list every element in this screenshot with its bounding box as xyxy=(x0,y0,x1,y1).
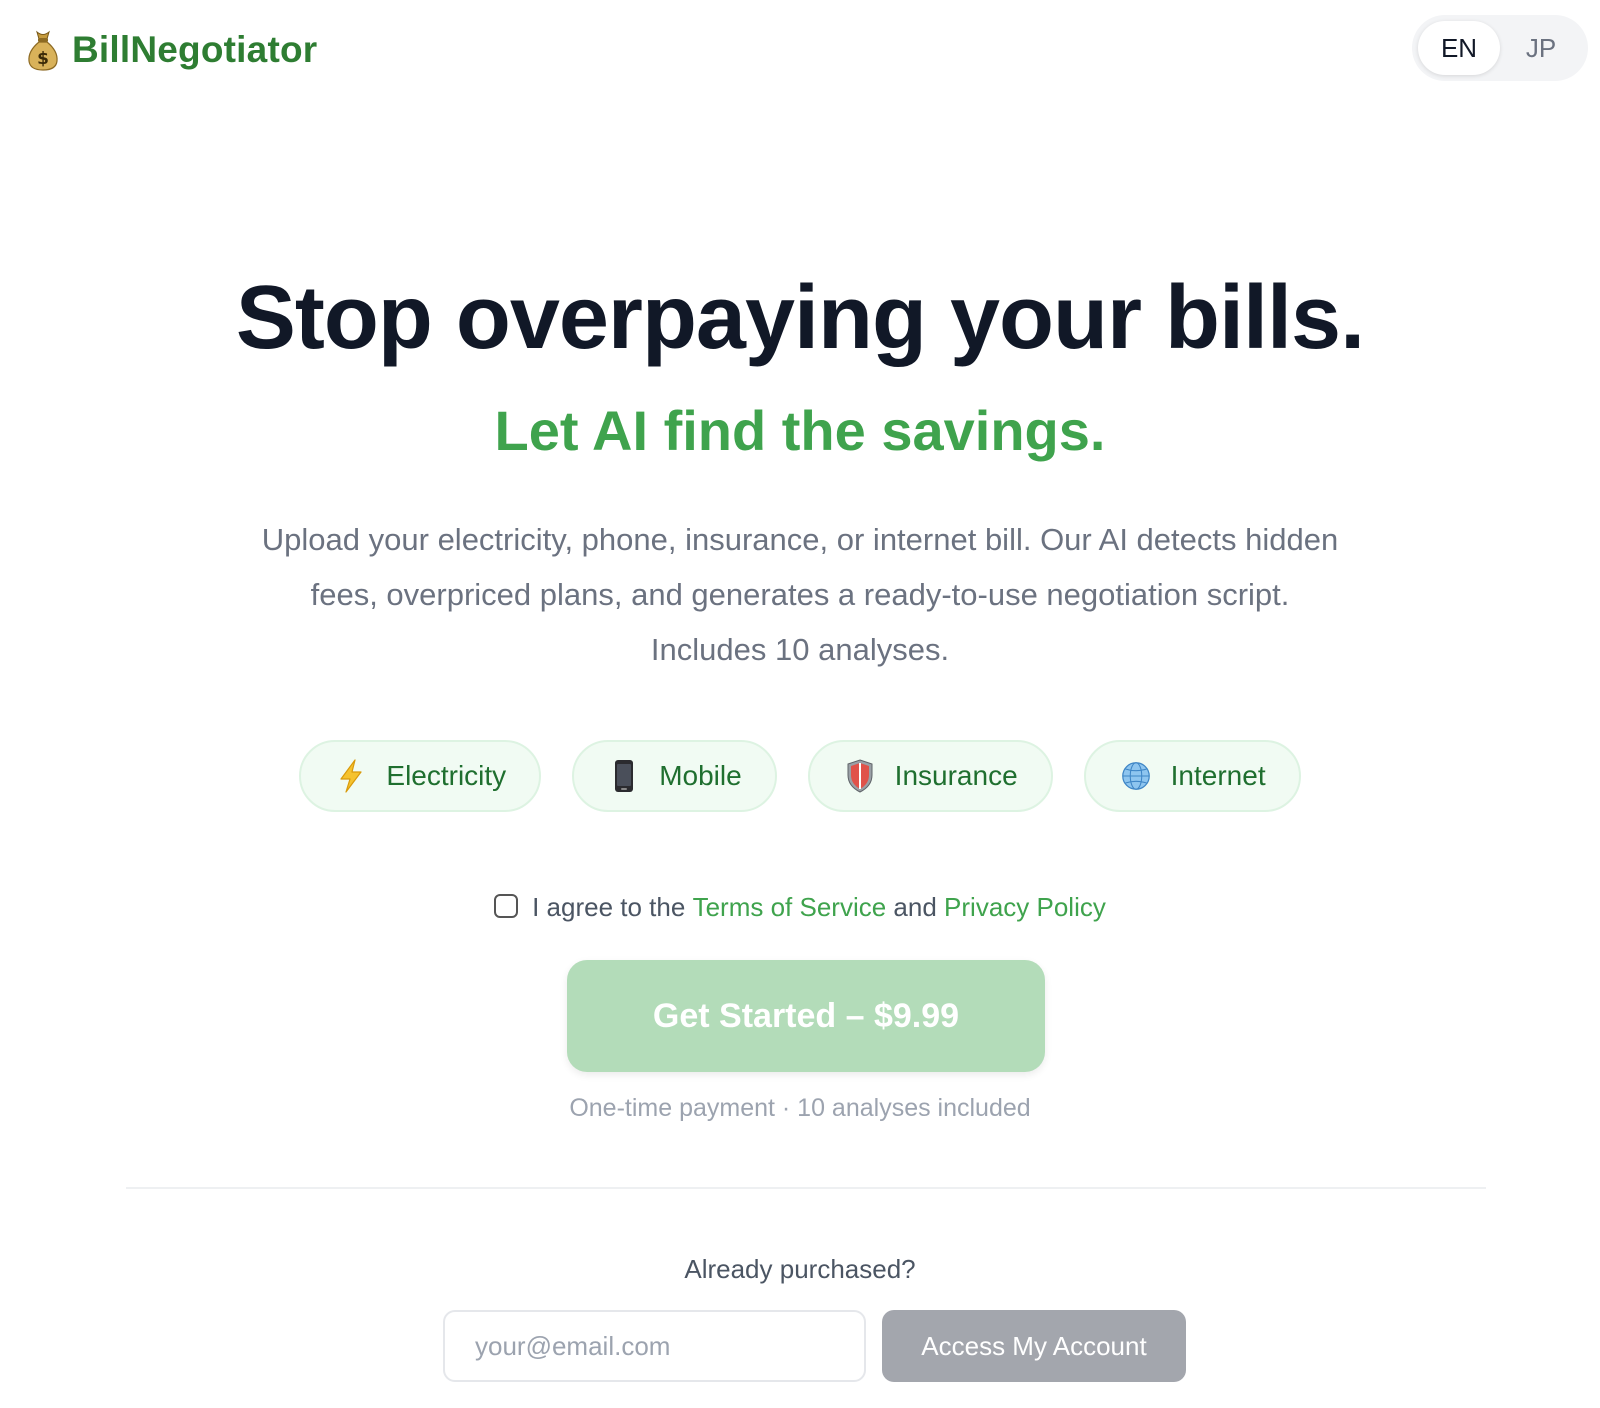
site-header: $ BillNegotiator EN JP xyxy=(0,0,1600,100)
lightning-icon xyxy=(340,759,362,793)
privacy-policy-link[interactable]: Privacy Policy xyxy=(944,892,1106,923)
mobile-phone-icon xyxy=(615,760,634,792)
lang-button-jp[interactable]: JP xyxy=(1500,21,1582,75)
globe-icon xyxy=(1121,762,1150,790)
terms-agreement: I agree to the Terms of Service and Priv… xyxy=(0,892,1600,923)
access-account-button[interactable]: Access My Account xyxy=(882,1310,1186,1382)
bill-category-list: Electricity Mobile Insurance Internet xyxy=(0,740,1600,812)
already-purchased-heading: Already purchased? xyxy=(684,1254,916,1284)
category-chip-mobile: Mobile xyxy=(572,740,777,812)
hero-description: Upload your electricity, phone, insuranc… xyxy=(261,522,1339,667)
brand-name: BillNegotiator xyxy=(72,29,318,70)
terms-checkbox[interactable] xyxy=(494,893,519,918)
payment-note: One-time payment · 10 analyses included xyxy=(569,1094,1031,1122)
category-chip-insurance: Insurance xyxy=(807,740,1053,812)
landing-page: $ BillNegotiator EN JP Stop overpaying y… xyxy=(0,0,1600,1408)
category-chip-electricity: Electricity xyxy=(299,740,542,812)
terms-of-service-link[interactable]: Terms of Service xyxy=(693,892,887,923)
svg-text:$: $ xyxy=(37,49,49,69)
section-divider xyxy=(126,1187,1486,1189)
language-switcher: EN JP xyxy=(1412,15,1588,81)
lang-button-en[interactable]: EN xyxy=(1418,21,1500,75)
email-input[interactable] xyxy=(443,1310,866,1382)
brand-logo[interactable]: $ BillNegotiator xyxy=(26,24,317,76)
category-chip-internet: Internet xyxy=(1083,740,1301,812)
category-label: Electricity xyxy=(386,760,507,791)
category-label: Mobile xyxy=(659,760,742,791)
hero-subtitle: Let AI find the savings. xyxy=(494,399,1106,462)
category-label: Insurance xyxy=(894,760,1018,791)
money-bag-icon: $ xyxy=(28,30,58,71)
shield-icon xyxy=(847,759,873,793)
hero-title: Stop overpaying your bills. xyxy=(235,268,1365,368)
terms-prefix: I agree to the xyxy=(532,892,686,922)
get-started-button[interactable]: Get Started – $9.99 xyxy=(567,960,1045,1072)
category-label: Internet xyxy=(1170,760,1266,791)
terms-joiner: and xyxy=(893,892,937,922)
